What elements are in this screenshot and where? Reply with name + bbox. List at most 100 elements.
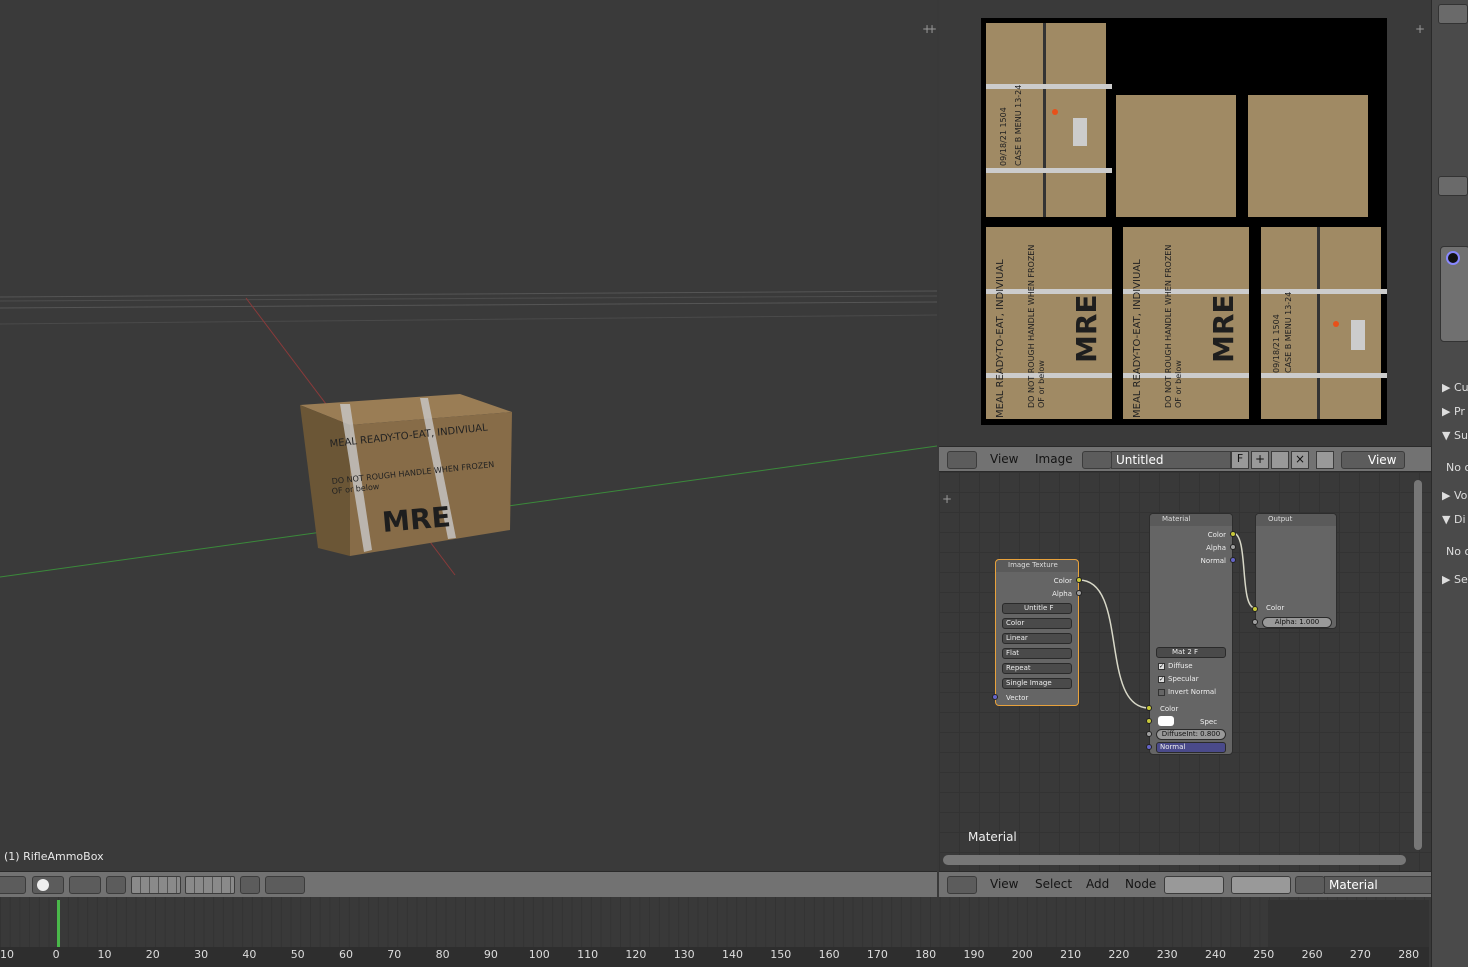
panel-no-output: No o	[1446, 461, 1468, 474]
menu-node[interactable]: Node	[1125, 877, 1156, 891]
panel-settings[interactable]: ▶ Se	[1442, 573, 1468, 586]
invert-normal-checkbox[interactable]: Invert Normal	[1158, 688, 1216, 696]
texture-rough: DO NOT ROUGH HANDLE WHEN FROZEN	[1164, 245, 1173, 408]
box-text-mre: MRE	[381, 500, 452, 539]
input-color-label: Color	[1266, 604, 1285, 612]
uv-texture-canvas: 09/18/21 1504 CASE B MENU 13-24 MEAL REA…	[981, 18, 1387, 425]
properties-type-icon[interactable]	[1438, 176, 1468, 196]
shading-dropdown[interactable]	[32, 876, 64, 894]
vertical-scrollbar[interactable]	[1414, 480, 1422, 850]
timeline-tick-label: 240	[1205, 948, 1226, 961]
output-socket[interactable]	[1076, 577, 1082, 583]
timeline-tick-label: 140	[722, 948, 743, 961]
input-socket[interactable]	[1146, 731, 1152, 737]
input-socket[interactable]	[1146, 705, 1152, 711]
image-editor[interactable]: 09/18/21 1504 CASE B MENU 13-24 MEAL REA…	[927, 0, 1431, 446]
interpolation-select[interactable]: Linear	[1002, 633, 1072, 644]
panel-displacement[interactable]: ▼ Di	[1442, 513, 1466, 526]
menu-image[interactable]: Image	[1035, 452, 1073, 466]
output-socket[interactable]	[1230, 557, 1236, 563]
source-select[interactable]: Single Image	[1002, 678, 1072, 689]
panel-surface[interactable]: ▼ Su	[1442, 429, 1468, 442]
plus-icon[interactable]: +	[942, 492, 952, 506]
pin-icon[interactable]	[1316, 451, 1334, 469]
3d-viewport[interactable]: MEAL READY-TO-EAT, INDIVIUAL DO NOT ROUG…	[0, 0, 937, 871]
fake-user-button[interactable]: F	[1231, 451, 1249, 469]
diffuse-checkbox[interactable]: ✓ Diffuse	[1158, 662, 1193, 670]
output-socket[interactable]	[1230, 531, 1236, 537]
output-color-label: Color	[1053, 577, 1072, 585]
input-socket[interactable]	[1146, 718, 1152, 724]
layer-buttons[interactable]	[185, 876, 235, 894]
normal-select[interactable]: Normal	[1156, 742, 1226, 753]
timeline-tick-label: 10	[97, 948, 112, 961]
projection-select[interactable]: Flat	[1002, 648, 1072, 659]
outliner-type-icon[interactable]	[1438, 4, 1468, 24]
texture-case: CASE B MENU 13-24	[1014, 85, 1023, 166]
output-socket[interactable]	[1230, 544, 1236, 550]
viewport-scene: MEAL READY-TO-EAT, INDIVIUAL DO NOT ROUG…	[0, 290, 937, 578]
proportional-edit-icon[interactable]	[240, 876, 260, 894]
image-browse-dropdown[interactable]	[1082, 451, 1112, 469]
properties-panel[interactable]: ▶ Cu ▶ Pr ▼ Su No o ▶ Vo ▼ Di No o ▶ Se	[1431, 0, 1468, 967]
texture-image: 09/18/21 1504 CASE B MENU 13-24 MEAL REA…	[986, 23, 1387, 419]
texture-marker	[1052, 109, 1058, 115]
image-texture-node[interactable]: Image Texture Color Alpha Untitle F Colo…	[992, 559, 1082, 706]
panel-preview[interactable]: ▶ Pr	[1442, 405, 1465, 418]
plus-icon[interactable]: +	[927, 22, 937, 36]
node-editor[interactable]: Image Texture Color Alpha Untitle F Colo…	[939, 472, 1431, 871]
input-socket[interactable]	[992, 694, 998, 700]
timeline-tick-label: 150	[770, 948, 792, 961]
unlink-icon[interactable]: ×	[1291, 451, 1309, 469]
panel-custom[interactable]: ▶ Cu	[1442, 381, 1468, 394]
specular-checkbox[interactable]: ✓ Specular	[1158, 675, 1199, 683]
output-color-label: Color	[1207, 531, 1226, 539]
material-select[interactable]: Mat 2 F	[1156, 647, 1226, 658]
menu-add[interactable]: Add	[1086, 877, 1109, 891]
image-select[interactable]: Untitle F	[1002, 603, 1072, 614]
mode-dropdown[interactable]	[0, 876, 26, 894]
editor-type-dropdown[interactable]	[947, 451, 977, 469]
input-socket[interactable]	[1146, 744, 1152, 750]
plus-icon[interactable]: +	[1415, 22, 1425, 36]
material-name-field[interactable]: Material	[1324, 876, 1434, 894]
menu-view[interactable]: View	[990, 877, 1018, 891]
open-image-icon[interactable]	[1271, 451, 1289, 469]
sphere-icon	[37, 879, 49, 891]
timeline-tick-label: 230	[1156, 948, 1178, 961]
render-buttons[interactable]	[265, 876, 305, 894]
timeline-tick-label: 40	[242, 948, 257, 961]
extension-select[interactable]: Repeat	[1002, 663, 1072, 674]
manipulator-icon[interactable]	[106, 876, 126, 894]
material-browse-dropdown[interactable]	[1295, 876, 1325, 894]
layer-buttons[interactable]	[131, 876, 181, 894]
grid-horizon-line	[0, 295, 937, 302]
view-mode-dropdown[interactable]: View	[1341, 451, 1405, 469]
panel-volume[interactable]: ▶ Vo	[1442, 489, 1467, 502]
color-space-select[interactable]: Color	[1002, 618, 1072, 629]
material-slot-list[interactable]	[1440, 246, 1468, 342]
input-socket[interactable]	[1252, 606, 1258, 612]
current-frame-marker[interactable]	[57, 900, 60, 947]
editor-type-dropdown[interactable]	[947, 876, 977, 894]
new-image-icon[interactable]: +	[1251, 451, 1269, 469]
horizontal-scrollbar[interactable]	[943, 855, 1406, 865]
texture-tape	[1317, 227, 1320, 419]
link-color	[1232, 532, 1256, 609]
image-name-field[interactable]: Untitled	[1111, 451, 1231, 469]
menu-view[interactable]: View	[990, 452, 1018, 466]
output-node[interactable]: Output Color Alpha: 1.000	[1252, 513, 1337, 629]
object-type-buttons[interactable]	[1231, 876, 1291, 894]
diffuse-intensity-slider[interactable]: DiffuseInt: 0.800	[1156, 729, 1226, 740]
menu-select[interactable]: Select	[1035, 877, 1072, 891]
timeline-tick-label: 100	[528, 948, 550, 961]
alpha-slider[interactable]: Alpha: 1.000	[1262, 617, 1332, 628]
pivot-dropdown[interactable]	[69, 876, 101, 894]
texture-label	[1351, 320, 1365, 350]
input-socket[interactable]	[1252, 619, 1258, 625]
spec-color-swatch[interactable]	[1158, 716, 1174, 726]
material-node[interactable]: Material Color Alpha Normal Mat 2 F ✓ Dif…	[1146, 513, 1236, 755]
viewport-header	[0, 871, 937, 897]
shader-type-buttons[interactable]	[1164, 876, 1224, 894]
output-socket[interactable]	[1076, 590, 1082, 596]
